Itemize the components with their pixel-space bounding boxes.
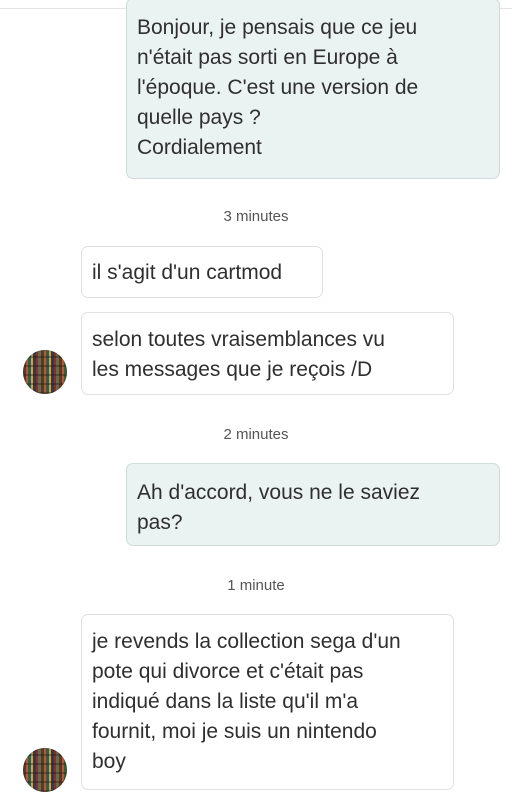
incoming-message[interactable]: selon toutes vraisemblances vu les messa… (81, 312, 454, 395)
message-timestamp: 3 minutes (223, 208, 289, 225)
outgoing-message[interactable]: Ah d'accord, vous ne le saviez pas? (126, 463, 500, 546)
incoming-message[interactable]: je revends la collection sega d'un pote … (81, 614, 454, 790)
user-avatar[interactable] (23, 350, 67, 394)
message-timestamp: 1 minute (227, 577, 285, 594)
incoming-message[interactable]: il s'agit d'un cartmod (81, 246, 323, 298)
outgoing-message[interactable]: Bonjour, je pensais que ce jeu n'était p… (126, 0, 500, 179)
message-timestamp: 2 minutes (223, 426, 289, 443)
chat-thread: Bonjour, je pensais que ce jeu n'était p… (0, 0, 512, 800)
user-avatar[interactable] (23, 748, 67, 792)
